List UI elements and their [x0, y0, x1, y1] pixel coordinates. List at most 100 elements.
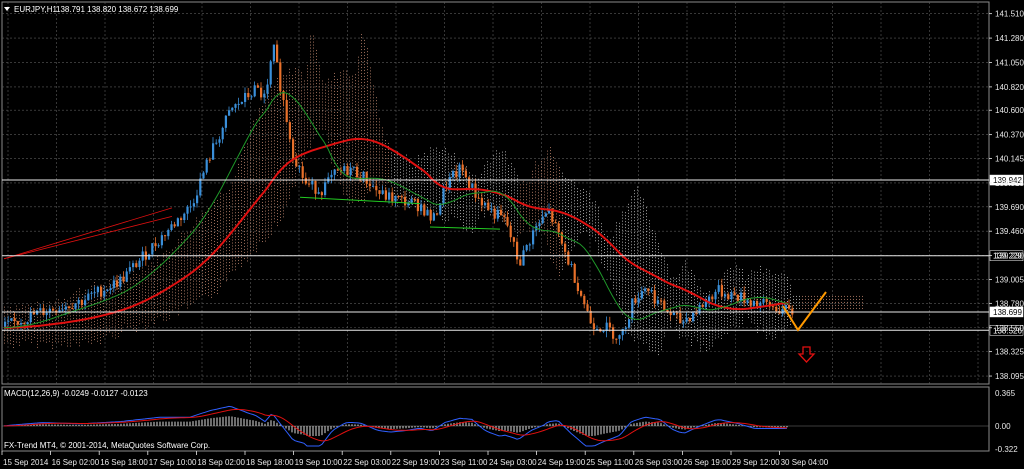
cloud-dot — [547, 165, 548, 167]
cloud-dot — [46, 332, 47, 334]
cloud-dot — [394, 178, 395, 180]
cloud-dot — [370, 166, 371, 168]
cloud-dot — [346, 103, 347, 105]
cloud-dot — [385, 182, 386, 184]
cloud-dot — [124, 301, 125, 303]
cloud-dot — [406, 181, 407, 183]
cloud-dot — [367, 72, 368, 74]
cloud-dot — [64, 337, 65, 339]
cloud-dot — [265, 129, 266, 131]
cloud-dot — [265, 162, 266, 164]
cloud-dot — [247, 245, 248, 247]
cloud-dot — [244, 249, 245, 251]
cloud-dot — [157, 304, 158, 306]
cloud-dot — [373, 103, 374, 105]
cloud-dot — [307, 68, 308, 70]
cloud-dot — [142, 315, 143, 317]
cloud-dot — [577, 200, 578, 202]
cloud-dot — [505, 151, 506, 153]
cloud-dot — [73, 326, 74, 328]
cloud-dot — [505, 178, 506, 180]
cloud-dot — [205, 233, 206, 235]
cloud-dot — [427, 200, 428, 202]
cloud-dot — [331, 105, 332, 107]
cloud-dot — [256, 146, 257, 148]
cloud-dot — [463, 204, 464, 206]
cloud-dot — [418, 182, 419, 184]
cloud-dot — [466, 208, 467, 210]
cloud-dot — [316, 127, 317, 129]
cloud-dot — [577, 188, 578, 190]
cloud-dot — [340, 126, 341, 128]
cloud-dot — [553, 235, 554, 237]
cloud-dot — [346, 157, 347, 159]
cloud-dot — [46, 326, 47, 328]
cloud-dot — [286, 135, 287, 137]
cloud-dot — [217, 251, 218, 253]
cloud-dot — [268, 206, 269, 208]
cloud-dot — [355, 128, 356, 130]
cloud-dot — [433, 176, 434, 178]
cloud-dot — [370, 124, 371, 126]
cloud-dot — [526, 190, 527, 192]
cloud-dot — [340, 93, 341, 95]
cloud-dot — [205, 239, 206, 241]
cloud-dot — [286, 150, 287, 152]
cloud-dot — [19, 320, 20, 322]
cloud-dot — [112, 314, 113, 316]
cloud-dot — [145, 316, 146, 318]
cloud-dot — [271, 233, 272, 235]
cloud-dot — [229, 246, 230, 248]
cloud-dot — [538, 174, 539, 176]
cloud-dot — [286, 132, 287, 134]
cloud-dot — [262, 235, 263, 237]
cloud-dot — [607, 254, 608, 256]
cloud-dot — [31, 332, 32, 334]
cloud-dot — [559, 251, 560, 253]
cloud-dot — [346, 91, 347, 93]
cloud-dot — [319, 113, 320, 115]
cloud-dot — [547, 174, 548, 176]
cloud-dot — [136, 279, 137, 281]
cloud-dot — [511, 187, 512, 189]
cloud-dot — [526, 223, 527, 225]
cloud-dot — [565, 232, 566, 234]
cloud-dot — [274, 158, 275, 160]
cloud-dot — [301, 144, 302, 146]
cloud-dot — [58, 308, 59, 310]
cloud-dot — [145, 322, 146, 324]
cloud-dot — [250, 156, 251, 158]
cloud-dot — [166, 307, 167, 309]
cloud-dot — [121, 288, 122, 290]
cloud-dot — [127, 293, 128, 295]
cloud-dot — [148, 283, 149, 285]
cloud-dot — [565, 184, 566, 186]
cloud-dot — [226, 280, 227, 282]
cloud-dot — [562, 184, 563, 186]
cloud-dot — [445, 178, 446, 180]
cloud-dot — [382, 157, 383, 159]
cloud-dot — [568, 191, 569, 193]
cloud-dot — [559, 260, 560, 262]
cloud-dot — [310, 104, 311, 106]
cloud-dot — [322, 92, 323, 94]
cloud-dot — [496, 189, 497, 191]
cloud-dot — [571, 240, 572, 242]
cloud-dot — [526, 211, 527, 213]
cloud-dot — [586, 212, 587, 214]
cloud-dot — [430, 195, 431, 197]
cloud-dot — [367, 90, 368, 92]
cloud-dot — [265, 240, 266, 242]
cloud-dot — [136, 327, 137, 329]
cloud-dot — [352, 171, 353, 173]
cloud-dot — [208, 262, 209, 264]
cloud-dot — [70, 336, 71, 338]
cloud-dot — [214, 280, 215, 282]
cloud-dot — [37, 340, 38, 342]
cloud-dot — [310, 86, 311, 88]
cloud-dot — [541, 202, 542, 204]
cloud-dot — [223, 269, 224, 271]
price-chart[interactable]: 139.942139.229138.699138.526 141.510141.… — [0, 0, 1024, 469]
cloud-dot — [226, 277, 227, 279]
cloud-dot — [568, 200, 569, 202]
